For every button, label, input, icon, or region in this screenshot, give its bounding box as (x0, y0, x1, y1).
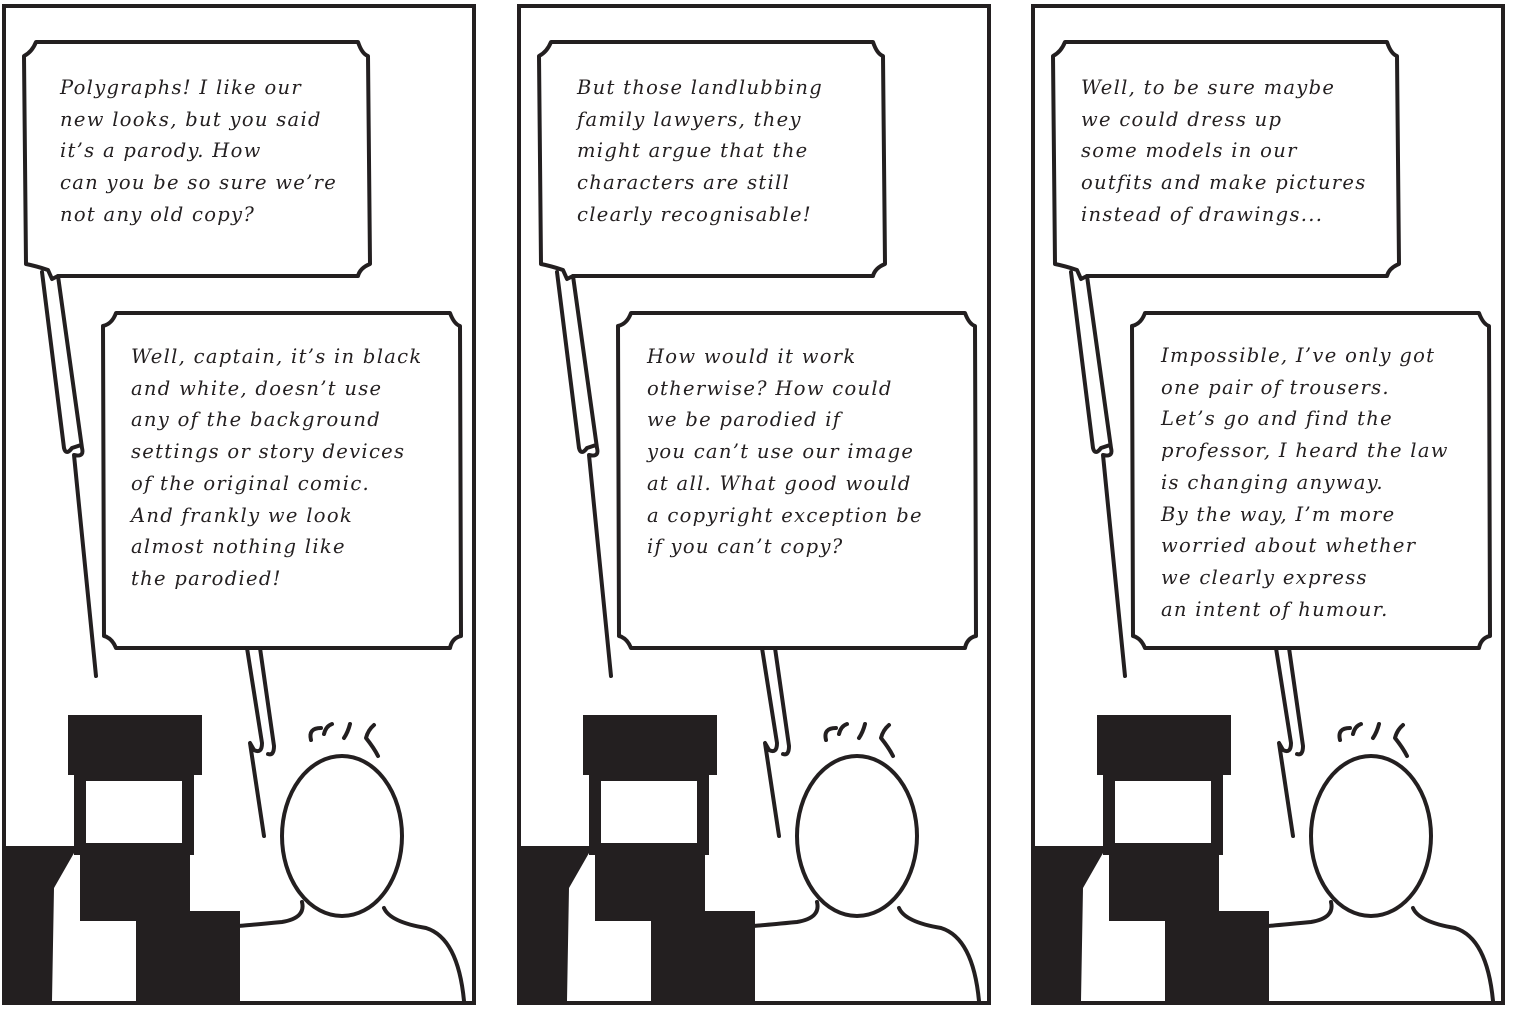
speech-tail-bottom (245, 646, 276, 838)
comic-panel-1: Polygraphs! I like our new looks, but yo… (2, 4, 476, 1005)
character-face (1309, 754, 1433, 918)
speech-balloon-bottom-text: How would it work otherwise? How could w… (647, 345, 923, 559)
sailor-figure-silhouette (521, 715, 755, 1001)
comic-panel-2: But those landlubbing family lawyers, th… (517, 4, 991, 1005)
sailor-figure-silhouette (6, 715, 240, 1001)
character-face (795, 754, 919, 918)
speech-tail-bottom (760, 646, 791, 838)
character-head (1337, 722, 1409, 758)
speech-balloon-bottom-text: Impossible, I’ve only got one pair of tr… (1161, 344, 1449, 621)
speech-tail-bottom (1274, 646, 1305, 838)
speech-balloon-top-text: Polygraphs! I like our new looks, but yo… (60, 76, 338, 226)
character-face (280, 754, 404, 918)
speech-tail-top (555, 270, 613, 678)
speech-balloon-top-text: But those landlubbing family lawyers, th… (577, 76, 824, 226)
speech-tail-top (1069, 270, 1127, 678)
character-head (308, 722, 380, 758)
comic-panel-3: Well, to be sure maybe we could dress up… (1031, 4, 1505, 1005)
sailor-figure-silhouette (1035, 715, 1269, 1001)
speech-balloon-top-text: Well, to be sure maybe we could dress up… (1081, 76, 1367, 226)
speech-balloon-bottom-text: Well, captain, it’s in black and white, … (131, 345, 423, 590)
speech-tail-top (40, 270, 98, 678)
character-head (823, 722, 895, 758)
